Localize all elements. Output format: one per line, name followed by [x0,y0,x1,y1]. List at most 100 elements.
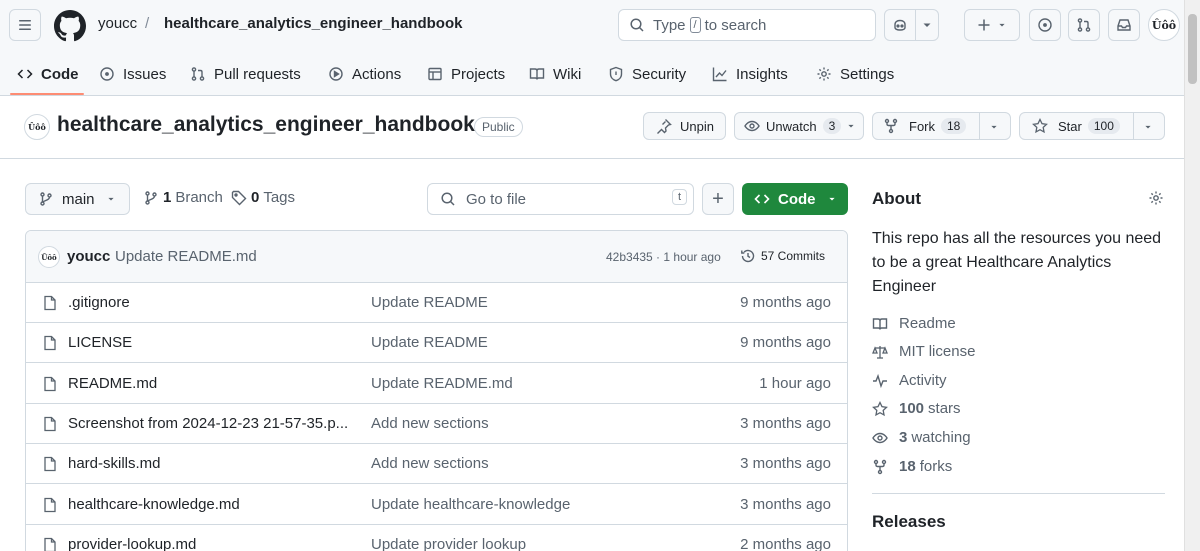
branch-icon [40,192,52,206]
tab-actions[interactable]: Actions [328,52,401,96]
file-icon [44,295,56,311]
tab-label: Pull requests [214,65,301,83]
search-placeholder-before: Type [653,16,686,34]
page-scrollbar[interactable] [1184,0,1200,551]
file-commit-message[interactable]: Update README [371,334,488,351]
branch-selector[interactable]: main [25,183,130,215]
issues-button[interactable] [1029,9,1061,41]
commits-link[interactable]: 57 Commits [740,248,825,264]
file-commit-message[interactable]: Add new sections [371,415,489,432]
menu-button[interactable] [9,9,41,41]
pull-requests-button[interactable] [1068,9,1100,41]
file-name[interactable]: README.md [68,375,157,392]
branch-name: main [62,190,95,208]
commit-sha-time[interactable]: 42b3435 · 1 hour ago [606,250,721,264]
stars-link[interactable]: 100 stars [872,400,961,417]
commit-author[interactable]: youcc [67,248,110,265]
tab-label: Wiki [553,65,582,83]
watching-link[interactable]: 3 watching [872,429,971,446]
file-name[interactable]: provider-lookup.md [68,536,196,551]
about-description: This repo has all the resources you need… [872,230,1162,295]
triangle-down-icon [999,23,1005,27]
history-icon [741,249,755,263]
forks-link[interactable]: 18 forks [872,458,952,475]
file-commit-message[interactable]: Update healthcare-knowledge [371,496,570,513]
tab-label: Insights [736,65,788,83]
tab-pull-requests[interactable]: Pull requests [190,52,301,96]
stars-count: 100 [899,400,925,417]
file-row[interactable]: LICENSE Update README 9 months ago [26,323,847,364]
tab-wiki[interactable]: Wiki [529,52,581,96]
tab-insights[interactable]: Insights [712,52,788,96]
file-commit-message[interactable]: Update provider lookup [371,536,526,551]
fork-button[interactable]: Fork 18 [872,112,1011,140]
latest-commit-row: Ûôô youcc Update README.md 42b3435 · 1 h… [26,231,847,283]
file-commit-message[interactable]: Update README.md [371,375,513,392]
activity-link[interactable]: Activity [872,372,947,389]
file-row[interactable]: Screenshot from 2024-12-23 21-57-35.p...… [26,404,847,444]
tab-settings[interactable]: Settings [816,52,894,96]
github-logo-icon[interactable] [54,10,86,42]
graph-icon [712,67,727,82]
global-search-input[interactable]: Type / to search [618,9,876,41]
file-name[interactable]: LICENSE [68,334,132,351]
commit-author-avatar[interactable]: Ûôô [38,246,60,268]
add-file-button[interactable]: + [702,183,734,215]
file-row[interactable]: .gitignore Update README 9 months ago [26,283,847,323]
repo-nav: Code Issues Pull requests Actions Projec… [0,52,1200,96]
file-table: Ûôô youcc Update README.md 42b3435 · 1 h… [25,230,848,551]
readme-link[interactable]: Readme [872,315,956,332]
commits-count: 57 Commits [761,249,826,263]
gear-icon[interactable] [1148,190,1164,206]
copilot-dropdown-button[interactable] [915,9,939,41]
file-row[interactable]: README.md Update README.md 1 hour ago [26,364,847,404]
star-button[interactable]: Star 100 [1019,112,1165,140]
tab-issues[interactable]: Issues [99,52,166,96]
file-icon [44,497,56,512]
file-row[interactable]: provider-lookup.md Update provider lookup… [26,525,847,551]
file-commit-message[interactable]: Update README [371,294,488,311]
create-new-button[interactable] [964,9,1020,41]
tab-label: Code [41,65,79,83]
user-avatar[interactable]: Ûôô [1148,9,1180,41]
search-icon [630,18,644,32]
file-name[interactable]: hard-skills.md [68,455,161,472]
pin-icon [657,119,672,134]
file-commit-time: 9 months ago [740,294,831,311]
scrollbar-thumb[interactable] [1188,14,1197,84]
watch-button[interactable]: Unwatch 3 [734,112,864,140]
add-file-label: + [712,187,724,210]
star-count: 100 [1087,118,1120,134]
breadcrumb-repo[interactable]: healthcare_analytics_engineer_handbook [164,15,462,32]
star-label: Star [1058,118,1082,134]
file-row[interactable]: hard-skills.md Add new sections 3 months a… [26,444,847,485]
tags-link[interactable]: 0 Tags [231,189,295,206]
tab-label: Issues [123,65,167,83]
branch-count: 1 [163,189,172,206]
tab-security[interactable]: Security [608,52,686,96]
releases-title[interactable]: Releases [872,512,946,532]
commit-message[interactable]: Update README.md [115,248,257,265]
repo-title[interactable]: healthcare_analytics_engineer_handbook [57,113,475,137]
go-to-file-input[interactable]: Go to file t [427,183,694,215]
code-dropdown-button[interactable]: Code [742,183,848,215]
file-commit-message[interactable]: Add new sections [371,455,489,472]
pull-request-icon [191,67,205,81]
file-name[interactable]: healthcare-knowledge.md [68,496,240,513]
tab-code[interactable]: Code [17,52,79,96]
file-row[interactable]: healthcare-knowledge.md Update healthcare… [26,485,847,525]
issue-icon [1038,18,1052,32]
unpin-button[interactable]: Unpin [643,112,726,140]
tab-projects[interactable]: Projects [427,52,505,96]
file-name[interactable]: .gitignore [68,294,130,311]
triangle-down-icon [1145,125,1151,129]
file-commit-time: 9 months ago [740,334,831,352]
branches-link[interactable]: 1 Branch [143,189,223,206]
repo-owner-avatar[interactable]: Ûôô [24,114,50,140]
file-name[interactable]: Screenshot from 2024-12-23 21-57-35.p... [68,415,348,432]
copilot-button[interactable] [884,9,916,41]
inbox-button[interactable] [1108,9,1140,41]
breadcrumb-owner[interactable]: youcc [98,15,137,32]
watching-count: 3 [899,429,908,446]
license-link[interactable]: MIT license [872,343,975,360]
